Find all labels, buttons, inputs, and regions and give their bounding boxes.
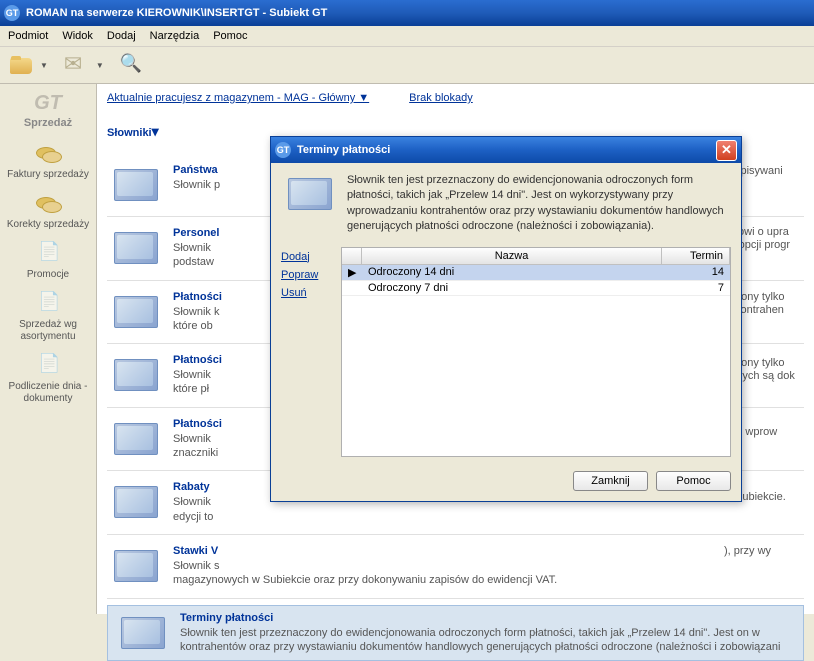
popraw-link[interactable]: Popraw — [281, 269, 331, 281]
sidebar-title: Sprzedaż — [4, 117, 92, 129]
app-icon: GT — [4, 5, 20, 21]
book-icon — [107, 545, 163, 587]
dialog-title: Terminy płatności — [297, 144, 716, 156]
dodaj-link[interactable]: Dodaj — [281, 251, 331, 263]
terminy-table: Nazwa Termin ▶ Odroczony 14 dni 14 Odroc… — [341, 247, 731, 457]
book-icon — [107, 418, 163, 460]
book-icon — [107, 354, 163, 396]
sidebar: GT Sprzedaż Faktury sprzedaży Korekty sp… — [0, 84, 96, 614]
book-icon — [107, 164, 163, 206]
book-icon — [107, 227, 163, 269]
sidebar-item-korekty[interactable]: Korekty sprzedaży — [4, 191, 92, 231]
book-icon — [281, 173, 337, 223]
main-menu: Podmiot Widok Dodaj Narzędzia Pomoc — [0, 26, 814, 47]
cell-nazwa: Odroczony 14 dni — [362, 265, 662, 280]
zamknij-button[interactable]: Zamknij — [573, 471, 648, 491]
window-title: ROMAN na serwerze KIEROWNIK\INSERTGT - S… — [26, 7, 327, 19]
folder-icon — [8, 53, 36, 77]
list-item-desc: Słownik s magazynowych w Subiekcie oraz … — [173, 559, 804, 588]
table-row[interactable]: Odroczony 7 dni 7 — [342, 281, 730, 296]
close-button[interactable]: ✕ — [716, 140, 737, 161]
envelope-icon — [64, 53, 92, 77]
magnify-icon — [120, 53, 148, 77]
toolbar-mail-button[interactable]: ▼ — [64, 53, 104, 77]
cell-termin: 14 — [662, 265, 730, 280]
cell-termin: 7 — [662, 281, 730, 295]
document-icon — [32, 291, 64, 317]
list-item-selected[interactable]: Terminy płatności Słownik ten jest przez… — [107, 605, 804, 661]
text-fragment: ), przy wy — [724, 545, 814, 558]
document-icon — [32, 353, 64, 379]
coins-icon — [32, 141, 64, 167]
row-pointer-icon: ▶ — [342, 265, 362, 280]
terminy-dialog: GT Terminy płatności ✕ Słownik ten jest … — [270, 136, 742, 502]
table-row[interactable]: ▶ Odroczony 14 dni 14 — [342, 265, 730, 281]
dropdown-arrow-icon: ▼ — [96, 61, 104, 70]
dialog-titlebar[interactable]: GT Terminy płatności ✕ — [271, 137, 741, 163]
usun-link[interactable]: Usuń — [281, 287, 331, 299]
toolbar: ▼ ▼ — [0, 47, 814, 84]
list-item-desc: Słownik ten jest przeznaczony do ewidenc… — [180, 626, 797, 655]
menu-pomoc[interactable]: Pomoc — [213, 30, 247, 42]
book-icon — [114, 612, 170, 654]
cell-nazwa: Odroczony 7 dni — [362, 281, 662, 295]
window-titlebar: GT ROMAN na serwerze KIEROWNIK\INSERTGT … — [0, 0, 814, 26]
sidebar-item-faktury[interactable]: Faktury sprzedaży — [4, 141, 92, 181]
sidebar-item-podliczenie[interactable]: Podliczenie dnia - dokumenty — [4, 353, 92, 405]
document-icon — [32, 241, 64, 267]
pomoc-button[interactable]: Pomoc — [656, 471, 731, 491]
dialog-description: Słownik ten jest przeznaczony do ewidenc… — [347, 173, 731, 235]
dialog-icon: GT — [275, 142, 291, 158]
chevron-down-icon: ▾ — [152, 123, 159, 139]
col-header-nazwa[interactable]: Nazwa — [362, 248, 662, 264]
magazyn-selector[interactable]: Aktualnie pracujesz z magazynem - MAG - … — [107, 92, 369, 104]
menu-podmiot[interactable]: Podmiot — [8, 30, 48, 42]
menu-widok[interactable]: Widok — [62, 30, 93, 42]
toolbar-search-button[interactable] — [120, 53, 148, 77]
app-logo: GT — [4, 92, 92, 115]
dropdown-arrow-icon: ▼ — [40, 61, 48, 70]
sidebar-item-sprzedaz-wg[interactable]: Sprzedaż wg asortymentu — [4, 291, 92, 343]
col-header-pointer[interactable] — [342, 248, 362, 264]
book-icon — [107, 291, 163, 333]
list-item-title: Terminy płatności — [180, 612, 797, 624]
toolbar-folder-button[interactable]: ▼ — [8, 53, 48, 77]
blokada-link[interactable]: Brak blokady — [409, 92, 473, 104]
book-icon — [107, 481, 163, 523]
list-item-title: Stawki V — [173, 545, 804, 557]
menu-narzedzia[interactable]: Narzędzia — [150, 30, 200, 42]
list-item[interactable]: Stawki V Słownik s magazynowych w Subiekc… — [107, 541, 804, 599]
col-header-termin[interactable]: Termin — [662, 248, 730, 264]
coins-icon — [32, 191, 64, 217]
sidebar-item-promocje[interactable]: Promocje — [4, 241, 92, 281]
menu-dodaj[interactable]: Dodaj — [107, 30, 136, 42]
